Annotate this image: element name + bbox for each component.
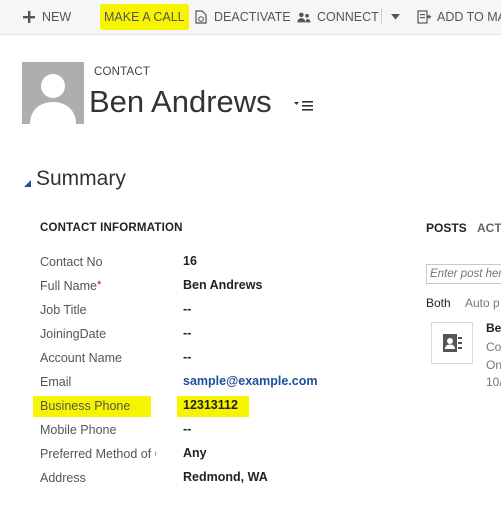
field-value-business-phone[interactable]: 12313112	[183, 398, 238, 412]
field-value-joining-date[interactable]: --	[183, 326, 191, 340]
field-value-full-name[interactable]: Ben Andrews	[183, 278, 262, 292]
field-label-contact-no: Contact No	[40, 255, 103, 269]
field-value-mobile-phone[interactable]: --	[183, 422, 191, 436]
section-title-summary: Summary	[36, 167, 126, 190]
add-to-marketing-list-button[interactable]: ADD TO MA	[417, 0, 501, 34]
field-value-email-link[interactable]: sample@example.com	[183, 374, 317, 388]
full-name-label-text: Full Name	[40, 279, 97, 293]
toolbar-divider	[381, 9, 382, 25]
field-label-address: Address	[40, 471, 86, 485]
make-a-call-label: MAKE A CALL	[104, 10, 185, 24]
section-collapse-toggle[interactable]	[24, 175, 32, 193]
filter-both[interactable]: Both	[426, 296, 451, 310]
filter-auto-posts[interactable]: Auto p	[465, 296, 500, 310]
person-silhouette-icon	[30, 74, 76, 124]
command-bar: NEW MAKE A CALL DEACTIVATE CONNECT ADD T…	[0, 0, 501, 35]
record-name-title: Ben Andrews	[89, 84, 272, 119]
field-label-mobile-phone: Mobile Phone	[40, 423, 117, 437]
add-to-list-icon	[417, 10, 431, 24]
triangle-collapse-icon	[24, 180, 31, 187]
field-label-account-name: Account Name	[40, 351, 122, 365]
contact-information-heading: CONTACT INFORMATION	[40, 222, 183, 234]
field-label-job-title: Job Title	[40, 303, 87, 317]
new-button[interactable]: NEW	[22, 0, 71, 34]
field-value-address[interactable]: Redmond, WA	[183, 470, 268, 484]
make-a-call-button[interactable]: MAKE A CALL	[100, 4, 189, 30]
deactivate-button[interactable]: DEACTIVATE	[194, 0, 291, 34]
connect-label: CONNECT	[317, 10, 379, 24]
form-menu-icon	[294, 101, 313, 111]
connect-button[interactable]: CONNECT	[297, 0, 379, 34]
plus-icon	[22, 10, 36, 24]
tab-posts[interactable]: POSTS	[426, 221, 467, 235]
post-avatar	[431, 322, 473, 364]
entity-type-label: CONTACT	[94, 66, 151, 78]
add-to-marketing-list-label: ADD TO MA	[437, 10, 501, 24]
post-text-line: On	[486, 358, 501, 372]
deactivate-label: DEACTIVATE	[214, 10, 291, 24]
post-input[interactable]	[426, 264, 501, 284]
field-value-preferred-method[interactable]: Any	[183, 446, 207, 460]
contact-card-icon	[443, 334, 462, 352]
deactivate-icon	[194, 10, 208, 24]
tab-activities[interactable]: ACTI	[477, 221, 501, 235]
field-label-business-phone: Business Phone	[40, 399, 131, 413]
post-timestamp: 10/	[486, 375, 501, 389]
contact-avatar[interactable]	[22, 62, 84, 124]
field-value-account-name[interactable]: --	[183, 350, 191, 364]
field-value-contact-no[interactable]: 16	[183, 254, 197, 268]
connect-dropdown-button[interactable]	[388, 0, 402, 34]
field-label-joining-date: JoiningDate	[40, 327, 107, 341]
field-label-preferred-method: Preferred Method of C	[40, 447, 156, 461]
field-value-job-title[interactable]: --	[183, 302, 191, 316]
required-indicator: *	[96, 279, 102, 291]
connect-people-icon	[297, 10, 311, 24]
post-text-line: Co	[486, 340, 501, 354]
field-label-full-name: Full Name*	[40, 279, 156, 293]
chevron-down-icon	[388, 10, 402, 24]
field-label-email: Email	[40, 375, 72, 389]
new-button-label: NEW	[42, 10, 72, 24]
form-selector-menu[interactable]	[294, 99, 316, 113]
post-author-name[interactable]: Be	[486, 321, 501, 335]
